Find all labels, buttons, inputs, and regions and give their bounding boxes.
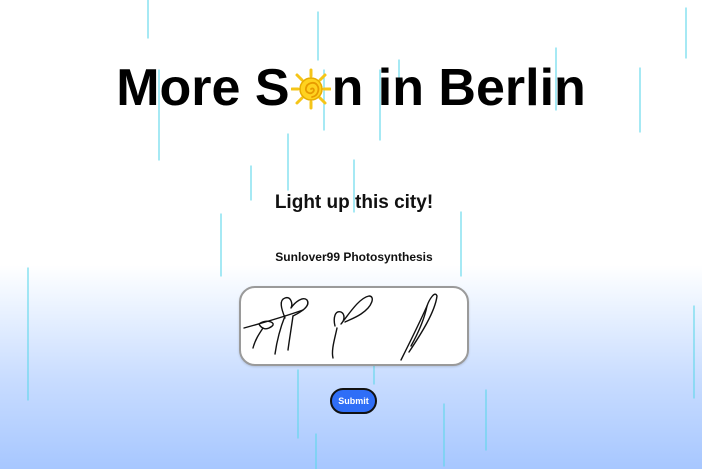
page-subtitle: Light up this city!	[274, 192, 434, 213]
sun-icon	[290, 62, 332, 110]
submit-button[interactable]: Submit	[330, 388, 377, 414]
username-label: Sunlover99 Photosynthesis	[275, 250, 433, 264]
signature-strokes	[243, 293, 438, 361]
page-title: More S n in Berlin	[0, 56, 702, 120]
title-text-after: n in Berlin	[331, 59, 586, 117]
title-text-before: More S	[116, 59, 290, 117]
signature-pad[interactable]	[239, 286, 469, 366]
